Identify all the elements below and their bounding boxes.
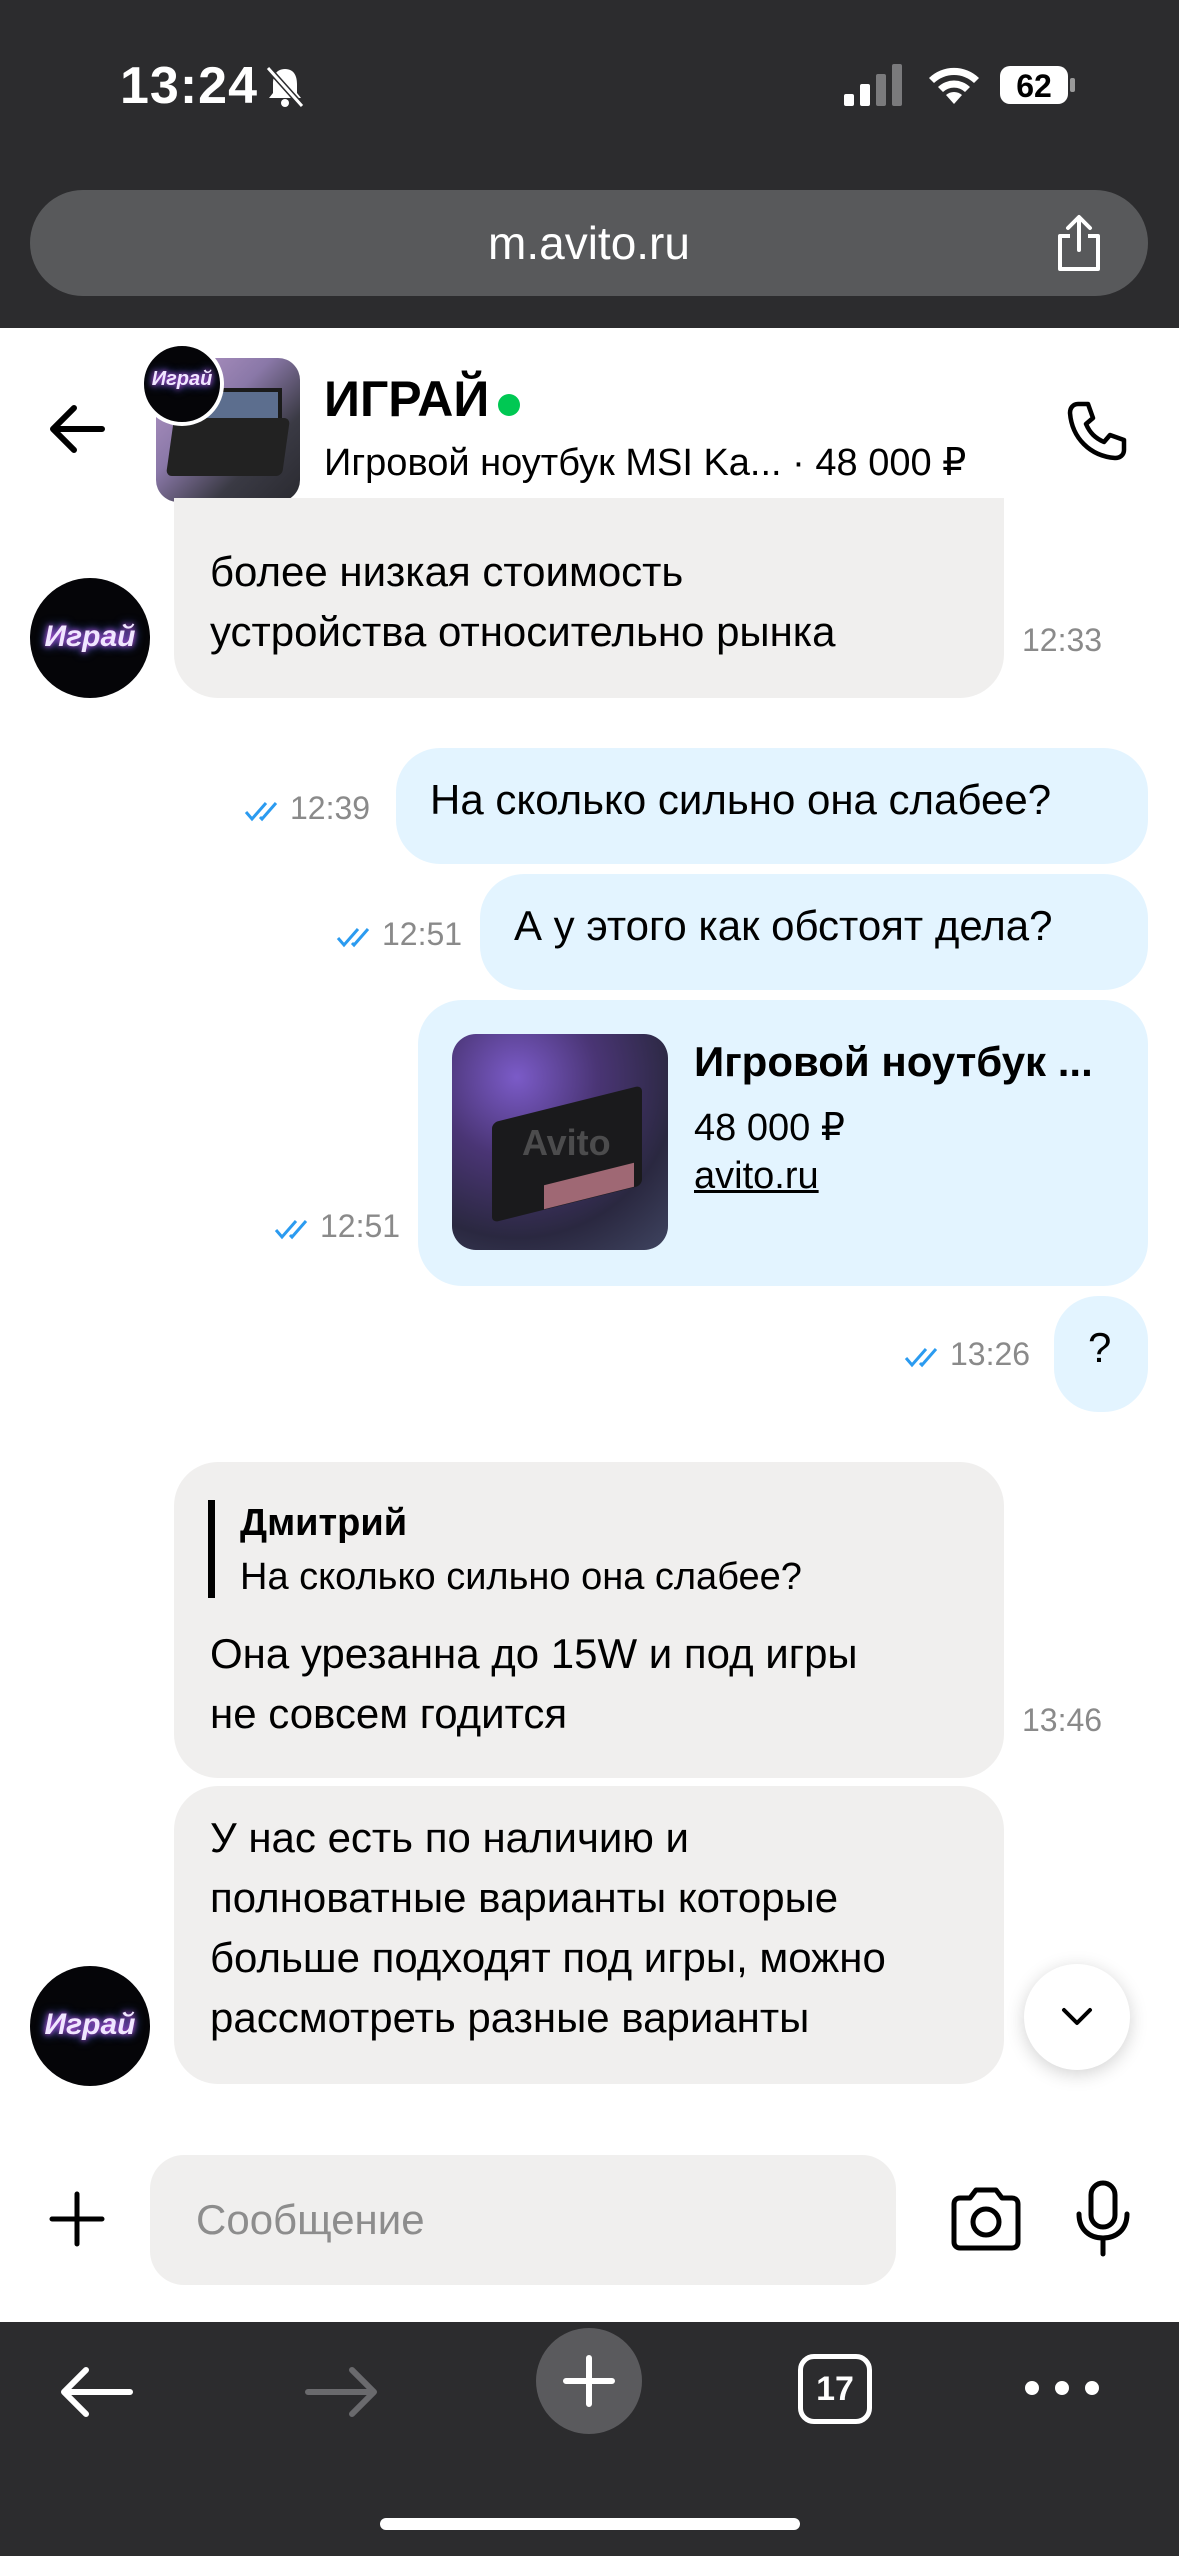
message-text: У нас есть по наличию и xyxy=(210,1814,689,1861)
message-text: А у этого как обстоят дела? xyxy=(514,902,1053,949)
product-title[interactable]: Игровой ноутбук MSI Ka... · 48 000 ₽ xyxy=(324,440,1014,485)
more-dots-icon[interactable] xyxy=(1022,2370,1102,2406)
chevron-down-icon xyxy=(1062,2008,1092,2025)
share-icon[interactable] xyxy=(1048,212,1110,274)
bell-muted-icon xyxy=(265,65,305,109)
browser-back-icon[interactable] xyxy=(56,2360,136,2424)
plus-icon xyxy=(563,2355,615,2407)
message-time: 12:51 xyxy=(274,1208,400,1245)
new-tab-button[interactable] xyxy=(536,2328,642,2434)
read-ticks-icon xyxy=(336,927,370,947)
listing-image[interactable]: Avito xyxy=(452,1034,668,1250)
message-text: устройства относительно рынка xyxy=(210,608,836,655)
message-time: 12:33 xyxy=(1022,622,1103,658)
scroll-to-bottom-button[interactable] xyxy=(1024,1964,1130,2070)
read-ticks-icon xyxy=(904,1347,938,1367)
message-text: более низкая стоимость xyxy=(210,548,684,595)
listing-link[interactable]: avito.ru xyxy=(694,1146,819,1206)
plus-icon[interactable] xyxy=(46,2188,108,2250)
back-arrow-icon[interactable] xyxy=(46,398,108,460)
listing-title[interactable]: Игровой ноутбук ... xyxy=(694,1032,1093,1092)
shop-avatar: Играй xyxy=(30,1966,150,2086)
url-text[interactable]: m.avito.ru xyxy=(30,190,1148,296)
browser-forward-icon[interactable] xyxy=(302,2360,382,2424)
read-ticks-icon xyxy=(274,1219,308,1239)
cellular-signal-icon xyxy=(844,64,902,106)
message-text: На сколько сильно она слабее? xyxy=(430,776,1052,823)
message-input[interactable] xyxy=(150,2155,896,2285)
quote-text[interactable]: На сколько сильно она слабее? xyxy=(240,1548,802,1606)
microphone-icon[interactable] xyxy=(1070,2180,1136,2258)
message-time: 12:51 xyxy=(336,916,462,953)
camera-icon[interactable] xyxy=(948,2186,1024,2252)
quote-author[interactable]: Дмитрий xyxy=(240,1494,407,1552)
status-time: 13:24 xyxy=(120,57,258,115)
message-text: не совсем годится xyxy=(210,1690,568,1737)
phone-icon[interactable] xyxy=(1064,398,1130,464)
shop-logo-avatar[interactable]: Играй xyxy=(140,342,224,426)
message-text: Она урезанна до 15W и под игры xyxy=(210,1630,858,1677)
quote-bar xyxy=(208,1500,215,1598)
message-text: рассмотреть разные варианты xyxy=(210,1994,810,2041)
online-status-dot xyxy=(498,394,520,416)
message-time: 13:26 xyxy=(904,1336,1030,1373)
tabs-button[interactable]: 17 xyxy=(798,2354,872,2424)
message-text: больше подходят под игры, можно xyxy=(210,1934,886,1981)
message-text: ? xyxy=(1088,1324,1112,1371)
message-time: 12:39 xyxy=(244,790,370,827)
avito-watermark: Avito xyxy=(522,1122,611,1163)
read-ticks-icon xyxy=(244,801,278,821)
wifi-icon xyxy=(929,67,979,104)
message-text: полноватные варианты которые xyxy=(210,1874,839,1921)
home-indicator xyxy=(380,2518,800,2530)
shop-avatar: Играй xyxy=(30,578,150,698)
shop-name[interactable]: ИГРАЙ xyxy=(324,370,489,428)
message-time: 13:46 xyxy=(1022,1702,1103,1738)
battery-level: 62 xyxy=(1016,68,1052,104)
